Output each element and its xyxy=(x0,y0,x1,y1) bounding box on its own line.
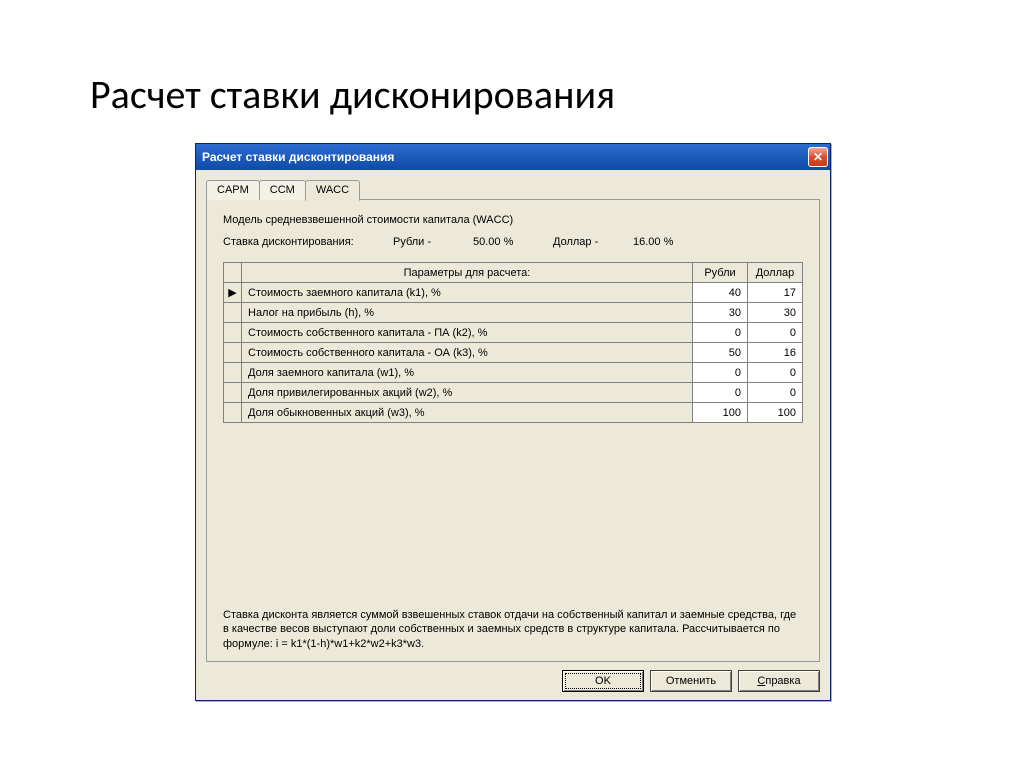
table-row[interactable]: Доля привилегированных акций (w2), % 0 0 xyxy=(224,383,803,403)
table-row[interactable]: ▶ Стоимость заемного капитала (k1), % 40… xyxy=(224,283,803,303)
cell-rub[interactable]: 40 xyxy=(693,283,748,303)
window-title: Расчет ставки дисконтирования xyxy=(202,150,394,164)
cell-param[interactable]: Доля обыкновенных акций (w3), % xyxy=(242,403,693,423)
tab-panel-wacc: Модель средневзвешенной стоимости капита… xyxy=(206,199,820,662)
titlebar[interactable]: Расчет ставки дисконтирования ✕ xyxy=(196,144,830,170)
table-row[interactable]: Налог на прибыль (h), % 30 30 xyxy=(224,303,803,323)
model-title: Модель средневзвешенной стоимости капита… xyxy=(223,214,803,226)
rate-line: Ставка дисконтирования: Рубли - 50.00 % … xyxy=(223,236,803,248)
cell-param[interactable]: Налог на прибыль (h), % xyxy=(242,303,693,323)
cell-rub[interactable]: 30 xyxy=(693,303,748,323)
table-row[interactable]: Стоимость собственного капитала - ОА (k3… xyxy=(224,343,803,363)
rate-label: Ставка дисконтирования: xyxy=(223,236,373,248)
cell-param[interactable]: Стоимость собственного капитала - ОА (k3… xyxy=(242,343,693,363)
cell-usd[interactable]: 30 xyxy=(748,303,803,323)
client-area: CAPM CCM WACC Модель средневзвешенной ст… xyxy=(196,170,830,700)
button-bar: OK Отменить Справка xyxy=(206,662,820,692)
cell-usd[interactable]: 0 xyxy=(748,363,803,383)
cancel-button[interactable]: Отменить xyxy=(650,670,732,692)
row-marker xyxy=(224,323,242,343)
cell-usd[interactable]: 0 xyxy=(748,323,803,343)
row-marker: ▶ xyxy=(224,283,242,303)
cell-usd[interactable]: 0 xyxy=(748,383,803,403)
params-table[interactable]: Параметры для расчета: Рубли Доллар ▶ Ст… xyxy=(223,262,803,423)
cur-usd-label: Доллар - xyxy=(553,236,613,248)
tab-ccm[interactable]: CCM xyxy=(259,180,306,200)
table-row[interactable]: Доля заемного капитала (w1), % 0 0 xyxy=(224,363,803,383)
ok-button[interactable]: OK xyxy=(562,670,644,692)
col-rub: Рубли xyxy=(693,263,748,283)
table-header-row: Параметры для расчета: Рубли Доллар xyxy=(224,263,803,283)
cur-usd-value: 16.00 % xyxy=(633,236,693,248)
row-marker xyxy=(224,303,242,323)
row-marker xyxy=(224,343,242,363)
description-text: Ставка дисконта является суммой взвешенн… xyxy=(223,578,803,651)
cell-param[interactable]: Стоимость собственного капитала - ПА (k2… xyxy=(242,323,693,343)
col-marker xyxy=(224,263,242,283)
row-marker xyxy=(224,383,242,403)
col-usd: Доллар xyxy=(748,263,803,283)
cur-rub-value: 50.00 % xyxy=(473,236,533,248)
table-row[interactable]: Доля обыкновенных акций (w3), % 100 100 xyxy=(224,403,803,423)
cell-rub[interactable]: 100 xyxy=(693,403,748,423)
tab-wacc[interactable]: WACC xyxy=(305,180,360,201)
cell-param[interactable]: Стоимость заемного капитала (k1), % xyxy=(242,283,693,303)
cell-usd[interactable]: 16 xyxy=(748,343,803,363)
cell-usd[interactable]: 17 xyxy=(748,283,803,303)
tab-strip: CAPM CCM WACC xyxy=(206,180,820,200)
row-marker xyxy=(224,403,242,423)
cell-rub[interactable]: 50 xyxy=(693,343,748,363)
cell-usd[interactable]: 100 xyxy=(748,403,803,423)
table-row[interactable]: Стоимость собственного капитала - ПА (k2… xyxy=(224,323,803,343)
close-icon[interactable]: ✕ xyxy=(808,147,828,167)
tab-capm[interactable]: CAPM xyxy=(206,180,260,200)
cur-rub-label: Рубли - xyxy=(393,236,453,248)
col-param: Параметры для расчета: xyxy=(242,263,693,283)
dialog-window: Расчет ставки дисконтирования ✕ CAPM CCM… xyxy=(195,143,831,701)
cell-param[interactable]: Доля привилегированных акций (w2), % xyxy=(242,383,693,403)
row-marker xyxy=(224,363,242,383)
cell-rub[interactable]: 0 xyxy=(693,323,748,343)
cell-param[interactable]: Доля заемного капитала (w1), % xyxy=(242,363,693,383)
slide-title: Расчет ставки дисконирования xyxy=(90,70,615,119)
help-button[interactable]: Справка xyxy=(738,670,820,692)
cell-rub[interactable]: 0 xyxy=(693,363,748,383)
cell-rub[interactable]: 0 xyxy=(693,383,748,403)
